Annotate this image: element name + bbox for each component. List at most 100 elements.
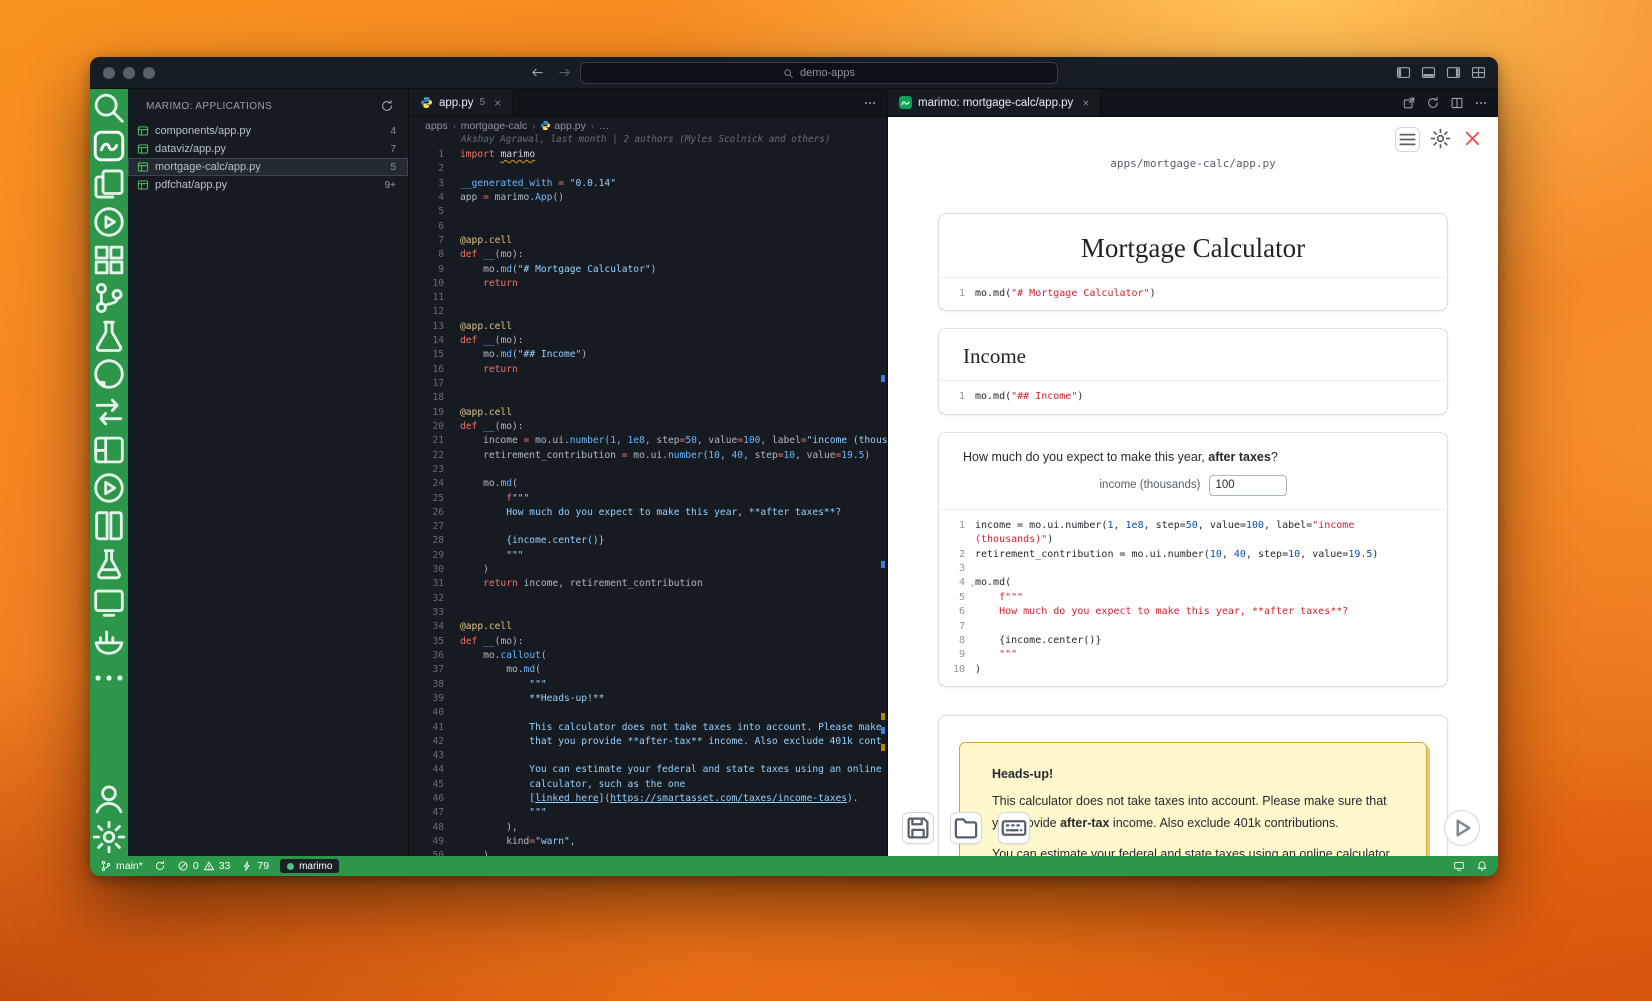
marimo-toolbar — [1395, 127, 1484, 152]
menu-icon[interactable] — [1395, 127, 1420, 152]
breadcrumb-item[interactable]: … — [599, 120, 610, 132]
editor-line: 48 ), — [409, 821, 887, 835]
line-content: """ — [444, 806, 547, 820]
compare-icon[interactable] — [90, 393, 128, 431]
reload-icon[interactable] — [1426, 96, 1440, 110]
command-center[interactable]: demo-apps — [580, 62, 1058, 84]
close-icon[interactable] — [1461, 127, 1484, 150]
line-number: 9 — [949, 648, 965, 662]
more-icon[interactable] — [90, 659, 128, 697]
folder-button[interactable] — [950, 812, 982, 844]
remote-window-icon[interactable] — [1453, 860, 1465, 872]
line-number: 30 — [409, 563, 444, 577]
line-number: 33 — [409, 606, 444, 620]
cell-code[interactable]: 1income = mo.ui.number(1, 1e8, step=50, … — [939, 510, 1447, 686]
activity-bar — [90, 89, 128, 856]
code-line: 5 f""" — [949, 591, 1437, 605]
bolt-indicator[interactable]: 79 — [241, 860, 269, 872]
sidebar-item-mortgage-calc[interactable]: mortgage-calc/app.py5 — [128, 158, 408, 176]
keyboard-shortcuts-button[interactable] — [998, 812, 1030, 844]
breadcrumb-item[interactable]: mortgage-calc — [461, 120, 528, 132]
line-number: 1 — [409, 148, 444, 162]
search-icon[interactable] — [90, 89, 128, 127]
run-button[interactable] — [1444, 810, 1480, 846]
extensions-icon[interactable] — [90, 241, 128, 279]
line-content: How much do you expect to make this year… — [444, 506, 841, 520]
close-tab-icon[interactable]: × — [1082, 96, 1089, 110]
line-content: import marimo — [444, 148, 535, 162]
sidebar-item-pdfchat[interactable]: pdfchat/app.py9+ — [128, 176, 408, 194]
sidebar-item-dataviz[interactable]: dataviz/app.py7 — [128, 140, 408, 158]
editor-line: 14def __(mo): — [409, 334, 887, 348]
tab-label: app.py — [439, 97, 474, 109]
editor-line: 44 You can estimate your federal and sta… — [409, 763, 887, 777]
breadcrumb-item[interactable]: apps — [425, 120, 448, 132]
line-content — [444, 391, 460, 405]
tab-marimo-webview[interactable]: marimo: mortgage-calc/app.py × — [888, 89, 1101, 116]
close-window-button[interactable] — [103, 67, 115, 79]
copy-files-icon[interactable] — [90, 165, 128, 203]
more-actions-icon[interactable] — [863, 96, 877, 110]
cell-mortgage-title: Mortgage Calculator 1mo.md("# Mortgage C… — [938, 213, 1448, 311]
split-editor-icon[interactable] — [1450, 96, 1464, 110]
window-icon[interactable] — [90, 583, 128, 621]
sidebar-item-components[interactable]: components/app.py4 — [128, 122, 408, 140]
more-actions-icon[interactable] — [1474, 96, 1488, 110]
webview-tab-bar: marimo: mortgage-calc/app.py × — [888, 89, 1498, 117]
code-line: 7 — [949, 620, 1437, 634]
line-number: 2 — [949, 548, 965, 562]
problems-indicator[interactable]: 0 33 — [177, 860, 231, 872]
minimize-window-button[interactable] — [123, 67, 135, 79]
sync-icon — [154, 860, 166, 872]
editor-line: 42 that you provide **after-tax** income… — [409, 735, 887, 749]
refresh-icon[interactable] — [380, 99, 394, 113]
editor-line: 7@app.cell — [409, 234, 887, 248]
customize-layout-icon[interactable] — [1471, 65, 1486, 80]
open-preview-icon[interactable] — [1402, 96, 1416, 110]
toggle-panel-icon[interactable] — [1421, 65, 1436, 80]
code-editor[interactable]: 1import marimo23__generated_with = "0.0.… — [409, 148, 887, 856]
forward-icon[interactable] — [557, 65, 572, 80]
toggle-secondary-sidebar-icon[interactable] — [1446, 65, 1461, 80]
github-icon[interactable] — [90, 355, 128, 393]
app-file-icon — [137, 179, 149, 191]
cell-code[interactable]: 1mo.md("## Income") — [939, 381, 1447, 413]
sync-button[interactable] — [154, 860, 166, 872]
beaker-icon[interactable] — [90, 317, 128, 355]
run-circle-icon[interactable] — [90, 469, 128, 507]
line-content — [444, 749, 460, 763]
code-line: 1income = mo.ui.number(1, 1e8, step=50, … — [949, 519, 1437, 533]
layout-icon[interactable] — [90, 431, 128, 469]
test-flask-icon[interactable] — [90, 545, 128, 583]
editor-group: app.py 5 × apps›mortgage-calc›app.py›… A… — [409, 89, 888, 856]
line-number: 5 — [409, 205, 444, 219]
run-preview-icon[interactable] — [90, 203, 128, 241]
marimo-apps-icon[interactable] — [90, 127, 128, 165]
fold-icon[interactable]: ⌄ — [970, 577, 975, 591]
toggle-sidebar-icon[interactable] — [1396, 65, 1411, 80]
line-number: 46 — [409, 792, 444, 806]
cell-code[interactable]: 1mo.md("# Mortgage Calculator") — [939, 278, 1447, 310]
marimo-status-badge[interactable]: marimo — [280, 859, 339, 873]
editor-tab-bar: app.py 5 × — [409, 89, 887, 117]
save-button[interactable] — [902, 812, 934, 844]
book-icon[interactable] — [90, 507, 128, 545]
gear-icon[interactable] — [1429, 127, 1452, 150]
line-number: 10 — [409, 277, 444, 291]
back-icon[interactable] — [530, 65, 545, 80]
line-content: {income.center()} — [444, 534, 604, 548]
line-content: def __(mo): — [444, 334, 524, 348]
bell-icon[interactable] — [1476, 860, 1488, 872]
line-number: 6 — [949, 605, 965, 619]
close-tab-icon[interactable]: × — [494, 96, 501, 110]
docker-icon[interactable] — [90, 621, 128, 659]
account-icon[interactable] — [90, 780, 128, 818]
source-control-icon[interactable] — [90, 279, 128, 317]
tab-app-py[interactable]: app.py 5 × — [409, 89, 513, 116]
branch-indicator[interactable]: main* — [100, 860, 143, 872]
settings-icon[interactable] — [90, 818, 128, 856]
income-input[interactable] — [1209, 475, 1287, 496]
python-icon — [540, 120, 551, 131]
breadcrumb-item[interactable]: app.py — [540, 120, 586, 132]
zoom-window-button[interactable] — [143, 67, 155, 79]
